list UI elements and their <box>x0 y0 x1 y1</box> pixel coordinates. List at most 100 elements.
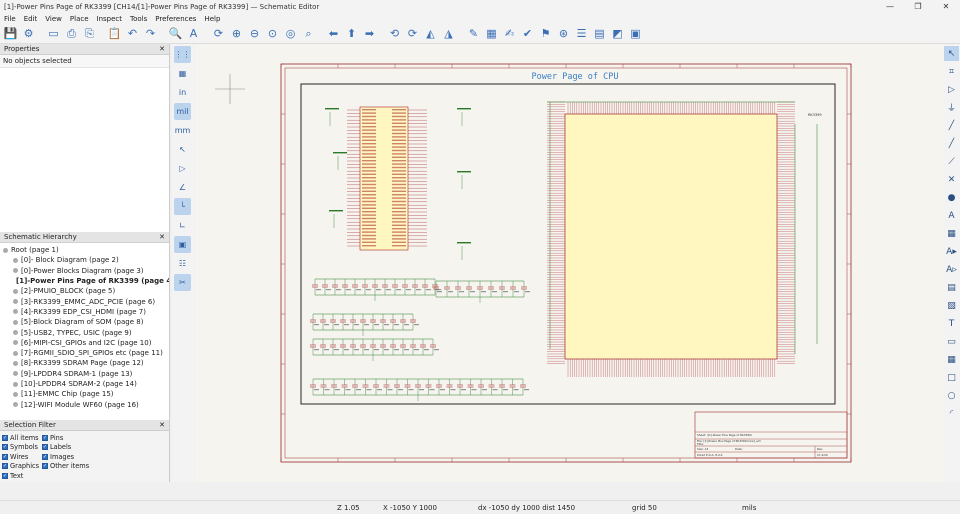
filter-option[interactable]: ✓ Symbols <box>2 443 42 453</box>
navigate-up-icon[interactable]: ⬆ <box>343 25 360 42</box>
close-icon[interactable]: ✕ <box>159 233 165 241</box>
annotation-icon[interactable]: ▣ <box>174 236 191 253</box>
add-text-icon[interactable]: T <box>944 316 959 331</box>
rotate-cw-icon[interactable]: ⟳ <box>404 25 421 42</box>
add-power-icon[interactable]: ⏚ <box>944 100 959 115</box>
symbol-browser-icon[interactable]: ▦ <box>483 25 500 42</box>
hierarchy-item[interactable]: [2]-PMUIO_BLOCK (page 5) <box>3 286 166 296</box>
menu-inspect[interactable]: Inspect <box>93 15 127 23</box>
close-button[interactable]: ✕ <box>932 0 960 13</box>
menu-help[interactable]: Help <box>200 15 224 23</box>
find-replace-icon[interactable]: A <box>185 25 202 42</box>
symbol-editor-icon[interactable]: ✎ <box>465 25 482 42</box>
units-inch-button[interactable]: in <box>174 84 191 101</box>
paste-icon[interactable]: 📋 <box>106 25 123 42</box>
add-table-icon[interactable]: ▦ <box>944 352 959 367</box>
zoom-selection-icon[interactable]: ⌕ <box>300 25 317 42</box>
navigate-back-icon[interactable]: ⬅ <box>325 25 342 42</box>
hierarchy-item[interactable]: [7]-RGMII_SDIO_SPI_GPIOs etc (page 11) <box>3 348 166 358</box>
hierarchy-item[interactable]: [5]-USB2, TYPEC, USIC (page 9) <box>3 327 166 337</box>
mirror-horizontal-icon[interactable]: ◮ <box>440 25 457 42</box>
checkbox-icon[interactable]: ✓ <box>42 444 48 451</box>
hierarchy-item[interactable]: [6]-MIPI-CSI_GPIOs and I2C (page 10) <box>3 338 166 348</box>
filter-option[interactable]: ✓ Wires <box>2 452 42 462</box>
hierarchy-item[interactable]: [3]-RK3399_EMMC_ADC_PCIE (page 6) <box>3 296 166 306</box>
hierarchy-item[interactable]: [10]-LPDDR4 SDRAM-2 (page 14) <box>3 379 166 389</box>
menu-tools[interactable]: Tools <box>126 15 151 23</box>
redo-icon[interactable]: ↷ <box>142 25 159 42</box>
checkbox-icon[interactable]: ✓ <box>2 434 8 441</box>
close-icon[interactable]: ✕ <box>159 421 165 429</box>
properties-toggle-icon[interactable]: ✂ <box>174 274 191 291</box>
checkbox-icon[interactable]: ✓ <box>2 453 8 460</box>
line-mode-90-icon[interactable]: └ <box>174 198 191 215</box>
assign-footprints-icon[interactable]: ⊛ <box>555 25 572 42</box>
hidden-pins-icon[interactable]: ▷ <box>174 160 191 177</box>
highlight-net-icon[interactable]: ⌗ <box>944 64 959 79</box>
zoom-out-icon[interactable]: ⊖ <box>246 25 263 42</box>
hierarchy-item[interactable]: [8]-RK3399 SDRAM Page (page 12) <box>3 358 166 368</box>
checkbox-icon[interactable]: ✓ <box>42 463 48 470</box>
component-rk3399[interactable] <box>564 113 778 360</box>
zoom-fit-icon[interactable]: ⊙ <box>264 25 281 42</box>
menu-place[interactable]: Place <box>66 15 93 23</box>
add-arc-icon[interactable]: ◜ <box>944 406 959 421</box>
mirror-vertical-icon[interactable]: ◭ <box>422 25 439 42</box>
hierarchy-item[interactable]: [9]-LPDDR4 SDRAM-1 (page 13) <box>3 369 166 379</box>
cursor-icon[interactable]: ↖ <box>174 141 191 158</box>
filter-option[interactable]: ✓ Labels <box>42 443 122 453</box>
checkbox-icon[interactable]: ✓ <box>2 444 8 451</box>
close-icon[interactable]: ✕ <box>159 45 165 53</box>
filter-option[interactable]: ✓ Text <box>2 471 42 481</box>
scripting-icon[interactable]: ◩ <box>609 25 626 42</box>
add-circle-icon[interactable]: ○ <box>944 388 959 403</box>
hierarchy-navigator-icon[interactable]: ☷ <box>174 255 191 272</box>
add-wire-icon[interactable]: ╱ <box>944 118 959 133</box>
filter-option[interactable]: ✓ Graphics <box>2 462 42 472</box>
units-mm-button[interactable]: mm <box>174 122 191 139</box>
bom-icon[interactable]: ☰ <box>573 25 590 42</box>
checkbox-icon[interactable]: ✓ <box>2 463 8 470</box>
menu-preferences[interactable]: Preferences <box>151 15 200 23</box>
menu-view[interactable]: View <box>41 15 66 23</box>
hierarchy-item[interactable]: [12]-WIFI Module WF60 (page 16) <box>3 399 166 409</box>
annotate-icon[interactable]: ✍ <box>501 25 518 42</box>
page-settings-icon[interactable]: ▭ <box>45 25 62 42</box>
add-rectangle-icon[interactable]: □ <box>944 370 959 385</box>
schematic-drawing[interactable]: Power Page of CPU RK3399 Sheet: /[1]-Pow… <box>195 44 943 482</box>
zoom-objects-icon[interactable]: ◎ <box>282 25 299 42</box>
global-label-icon[interactable]: A▸ <box>944 244 959 259</box>
units-mil-button[interactable]: mil <box>174 103 191 120</box>
menu-edit[interactable]: Edit <box>20 15 42 23</box>
filter-option[interactable]: ✓ Pins <box>42 433 122 443</box>
import-sheet-pin-icon[interactable]: ▧ <box>944 298 959 313</box>
hierarchy-item[interactable]: [0]- Block Diagram (page 2) <box>3 255 166 265</box>
add-sheet-icon[interactable]: ▤ <box>944 280 959 295</box>
minimize-button[interactable]: — <box>876 0 904 13</box>
hierarchy-item[interactable]: [5]-Block Diagram of SOM (page 8) <box>3 317 166 327</box>
checkbox-icon[interactable]: ✓ <box>2 472 8 479</box>
menu-file[interactable]: File <box>0 15 20 23</box>
filter-option[interactable]: ✓ Images <box>42 452 122 462</box>
refresh-icon[interactable]: ⟳ <box>210 25 227 42</box>
hierarchy-root[interactable]: Root (page 1) <box>3 245 166 255</box>
filter-option[interactable]: ✓ Other items <box>42 462 122 472</box>
add-textbox-icon[interactable]: ▭ <box>944 334 959 349</box>
line-mode-45-icon[interactable]: ∟ <box>174 217 191 234</box>
undo-icon[interactable]: ↶ <box>124 25 141 42</box>
maximize-button[interactable]: ❐ <box>904 0 932 13</box>
hierarchy-item[interactable]: [11]-EMMC Chip (page 15) <box>3 389 166 399</box>
hierarchy-item[interactable]: [4]-RK3399 EDP_CSI_HDMI (page 7) <box>3 307 166 317</box>
schematic-setup-icon[interactable]: ⚙ <box>20 25 37 42</box>
pcb-editor-icon[interactable]: ▣ <box>627 25 644 42</box>
overlay-grid-icon[interactable]: ▦ <box>174 65 191 82</box>
select-icon[interactable]: ↖ <box>944 46 959 61</box>
table-icon[interactable]: ▤ <box>591 25 608 42</box>
grid-toggle-icon[interactable]: ⋮⋮ <box>174 46 191 63</box>
rotate-ccw-icon[interactable]: ⟲ <box>386 25 403 42</box>
print-icon[interactable]: ⎙ <box>63 25 80 42</box>
symbol-fields-icon[interactable]: ⚑ <box>537 25 554 42</box>
add-symbol-icon[interactable]: ▷ <box>944 82 959 97</box>
bus-entry-icon[interactable]: ⟋ <box>944 154 959 169</box>
filter-option[interactable]: ✓ All items <box>2 433 42 443</box>
